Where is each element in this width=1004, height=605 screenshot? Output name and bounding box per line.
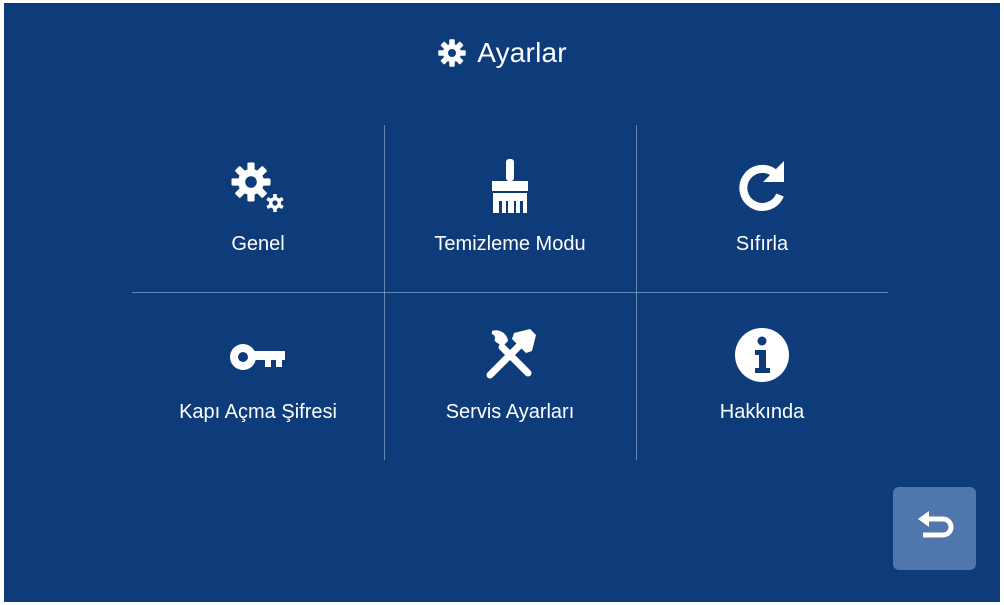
page-title-text: Ayarlar — [477, 37, 567, 68]
back-button[interactable] — [893, 487, 976, 570]
menu-item-sifirla[interactable]: Sıfırla — [636, 125, 888, 292]
gear-icon — [437, 38, 467, 68]
menu-item-label: Sıfırla — [735, 233, 789, 255]
settings-menu-grid: Genel Temizleme Modu Sıfırla Kapı Açma Ş… — [132, 125, 888, 460]
menu-item-servis-ayarlari[interactable]: Servis Ayarları — [384, 293, 636, 460]
gears-icon — [218, 155, 298, 219]
menu-item-temizleme-modu[interactable]: Temizleme Modu — [384, 125, 636, 292]
tools-icon — [470, 323, 550, 387]
settings-screen: Ayarlar Genel Temizleme Modu Sıfırla Kap… — [4, 3, 1000, 602]
back-arrow-icon — [915, 511, 955, 546]
broom-icon — [470, 155, 550, 219]
menu-item-hakkinda[interactable]: Hakkında — [636, 293, 888, 460]
menu-item-label: Kapı Açma Şifresi — [179, 401, 337, 423]
menu-item-kapi-acma-sifresi[interactable]: Kapı Açma Şifresi — [132, 293, 384, 460]
key-icon — [218, 323, 298, 387]
page-title: Ayarlar — [4, 33, 1000, 73]
menu-item-label: Servis Ayarları — [445, 401, 575, 423]
menu-item-label: Hakkında — [719, 401, 805, 423]
menu-item-genel[interactable]: Genel — [132, 125, 384, 292]
reset-icon — [722, 155, 802, 219]
menu-item-label: Genel — [231, 233, 285, 255]
info-icon — [722, 323, 802, 387]
menu-item-label: Temizleme Modu — [434, 233, 586, 255]
